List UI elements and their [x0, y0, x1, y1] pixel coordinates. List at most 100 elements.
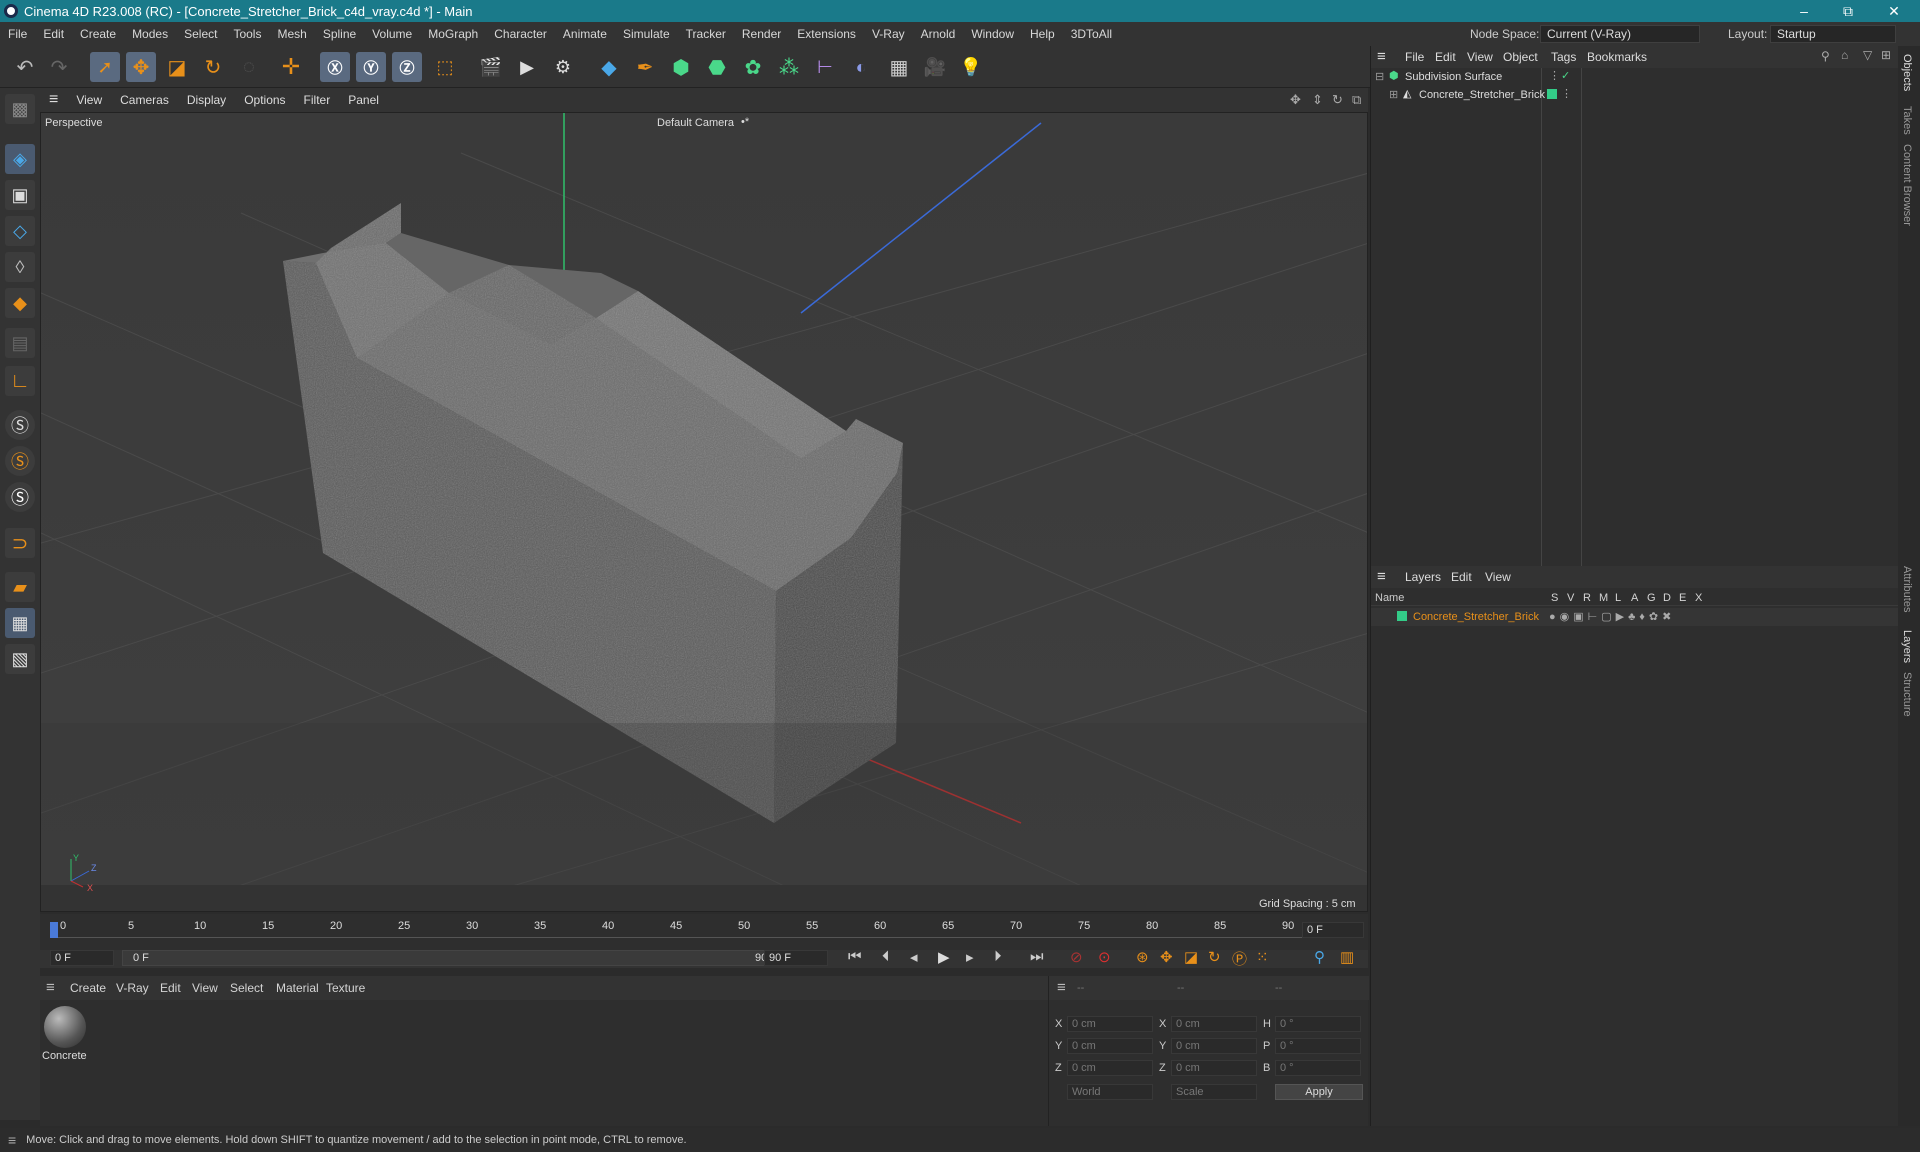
scale-tool-icon[interactable]: ◪ [162, 52, 192, 82]
menu-select[interactable]: Select [176, 27, 225, 41]
layout-dropdown[interactable]: Startup [1770, 25, 1896, 43]
layers-menu-icon[interactable]: ≡ [1377, 568, 1386, 585]
next-frame-icon[interactable]: ▸ [966, 948, 974, 966]
material-menu-vray[interactable]: V-Ray [116, 981, 149, 995]
uv-mode-icon[interactable]: ▤ [5, 328, 35, 358]
concrete-material-swatch[interactable] [44, 1006, 86, 1048]
pos-z-field[interactable]: 0 cm [1067, 1060, 1153, 1076]
object-row[interactable]: ⊟ ⬢ Subdivision Surface ⋮ ✓ [1371, 68, 1899, 86]
pen-spline-icon[interactable]: ✒ [630, 52, 660, 82]
key-position-icon[interactable]: ✥ [1160, 948, 1173, 966]
filter-icon[interactable]: ▽ [1863, 48, 1872, 62]
tab-structure[interactable]: Structure [1901, 672, 1913, 717]
editor-render-dots-icon[interactable]: ⋮ [1561, 87, 1572, 100]
rot-b-field[interactable]: 0 ° [1275, 1060, 1361, 1076]
select-tool-icon[interactable]: ➚ [90, 52, 120, 82]
viewport-menu-options[interactable]: Options [235, 93, 294, 107]
snap-icon[interactable]: Ⓢ [5, 410, 35, 440]
quantize-icon[interactable]: Ⓢ [5, 482, 35, 512]
play-icon[interactable]: ▶ [938, 948, 950, 966]
expand-icon[interactable]: ⊞ [1389, 88, 1398, 101]
autokey-icon[interactable]: ⊙ [1098, 948, 1111, 966]
menu-arnold[interactable]: Arnold [913, 27, 964, 41]
pos-x-field[interactable]: 0 cm [1067, 1016, 1153, 1032]
next-key-icon[interactable]: ⏵ [994, 948, 1002, 965]
menu-edit[interactable]: Edit [35, 27, 72, 41]
mograph-fracture-icon[interactable]: ⁂ [774, 52, 804, 82]
menu-tracker[interactable]: Tracker [678, 27, 734, 41]
locked-workplane-icon[interactable]: ▧ [5, 644, 35, 674]
motion-mode-icon[interactable]: ⚲ [1314, 948, 1325, 966]
coordinate-mode-dropdown[interactable]: World [1067, 1084, 1153, 1100]
enabled-check-icon[interactable]: ✓ [1561, 69, 1570, 82]
viewport-menu-filter[interactable]: Filter [295, 93, 340, 107]
grid-icon[interactable]: ▦ [5, 608, 35, 638]
go-to-start-icon[interactable]: ⏮ [848, 948, 862, 965]
menu-spline[interactable]: Spline [315, 27, 364, 41]
rotate-view-icon[interactable]: ↻ [1332, 92, 1343, 108]
material-menu-view[interactable]: View [192, 981, 218, 995]
coords-menu-icon[interactable]: ≡ [1057, 979, 1066, 996]
menu-modes[interactable]: Modes [124, 27, 176, 41]
layers-menu-layers[interactable]: Layers [1405, 570, 1441, 584]
zoom-view-icon[interactable]: ⇕ [1312, 92, 1323, 108]
menu-help[interactable]: Help [1022, 27, 1063, 41]
move-tool-icon[interactable]: ✥ [126, 52, 156, 82]
new-window-icon[interactable]: ⊞ [1881, 48, 1891, 62]
points-mode-icon[interactable]: ◇ [5, 216, 35, 246]
rotate-tool-icon[interactable]: ↻ [198, 52, 228, 82]
menu-render[interactable]: Render [734, 27, 789, 41]
size-y-field[interactable]: 0 cm [1171, 1038, 1257, 1054]
objects-menu-file[interactable]: File [1405, 50, 1424, 64]
expand-icon[interactable]: ⊟ [1375, 70, 1384, 83]
close-button[interactable]: ✕ [1874, 0, 1914, 22]
rot-h-field[interactable]: 0 ° [1275, 1016, 1361, 1032]
model-mode-icon[interactable]: ◈ [5, 144, 35, 174]
snap-settings-icon[interactable]: Ⓢ [5, 446, 35, 476]
redo-icon[interactable]: ↷ [44, 52, 74, 82]
layer-name[interactable]: Concrete_Stretcher_Brick [1413, 611, 1539, 623]
edges-mode-icon[interactable]: ◊ [5, 252, 35, 282]
apply-button[interactable]: Apply [1275, 1084, 1363, 1100]
objects-menu-icon[interactable]: ≡ [1377, 48, 1386, 65]
tab-objects[interactable]: Objects [1901, 54, 1913, 91]
objects-menu-view[interactable]: View [1467, 50, 1493, 64]
search-icon[interactable]: ⚲ [1821, 49, 1830, 63]
menu-file[interactable]: File [0, 27, 35, 41]
viewport-menu-icon[interactable]: ≡ [40, 91, 67, 109]
menu-character[interactable]: Character [486, 27, 555, 41]
material-menu-texture[interactable]: Texture [326, 981, 365, 995]
minimize-button[interactable]: – [1784, 0, 1824, 22]
menu-simulate[interactable]: Simulate [615, 27, 678, 41]
recent-tool-icon[interactable]: ◌ [234, 52, 264, 82]
x-axis-lock-icon[interactable]: Ⓧ [320, 52, 350, 82]
undo-icon[interactable]: ↶ [10, 52, 40, 82]
deformer-icon[interactable]: ⊢ [810, 52, 840, 82]
workplane-icon[interactable]: ▰ [5, 572, 35, 602]
key-rotation-icon[interactable]: ↻ [1208, 948, 1221, 966]
status-menu-icon[interactable]: ≡ [8, 1132, 16, 1148]
node-space-dropdown[interactable]: Current (V-Ray) [1540, 25, 1700, 43]
size-z-field[interactable]: 0 cm [1171, 1060, 1257, 1076]
keyframe-selection-icon[interactable]: ⊛ [1136, 948, 1149, 966]
viewport-menu-display[interactable]: Display [178, 93, 235, 107]
render-picture-viewer-icon[interactable]: ▶ [512, 52, 542, 82]
render-view-icon[interactable]: 🎬 [476, 52, 506, 82]
viewport-menu-cameras[interactable]: Cameras [111, 93, 178, 107]
material-menu-icon[interactable]: ≡ [46, 979, 55, 996]
objects-menu-edit[interactable]: Edit [1435, 50, 1456, 64]
magnet-icon[interactable]: ⊃ [5, 528, 35, 558]
start-frame-field[interactable]: 0 F [50, 950, 114, 966]
coordinate-system-icon[interactable]: ⬚ [430, 52, 460, 82]
camera-icon[interactable]: 🎥 [920, 52, 950, 82]
objects-menu-tags[interactable]: Tags [1551, 50, 1576, 64]
home-icon[interactable]: ⌂ [1841, 48, 1848, 62]
editor-render-dots-icon[interactable]: ⋮ [1549, 69, 1560, 82]
menu-volume[interactable]: Volume [364, 27, 420, 41]
polygons-mode-icon[interactable]: ◆ [5, 288, 35, 318]
z-axis-lock-icon[interactable]: Ⓩ [392, 52, 422, 82]
layer-flag-icons[interactable]: ●◉▣⊢▢▶♣♦✿✖ [1549, 610, 1719, 623]
tab-layers[interactable]: Layers [1901, 630, 1913, 663]
menu-extensions[interactable]: Extensions [789, 27, 864, 41]
material-menu-select[interactable]: Select [230, 981, 263, 995]
